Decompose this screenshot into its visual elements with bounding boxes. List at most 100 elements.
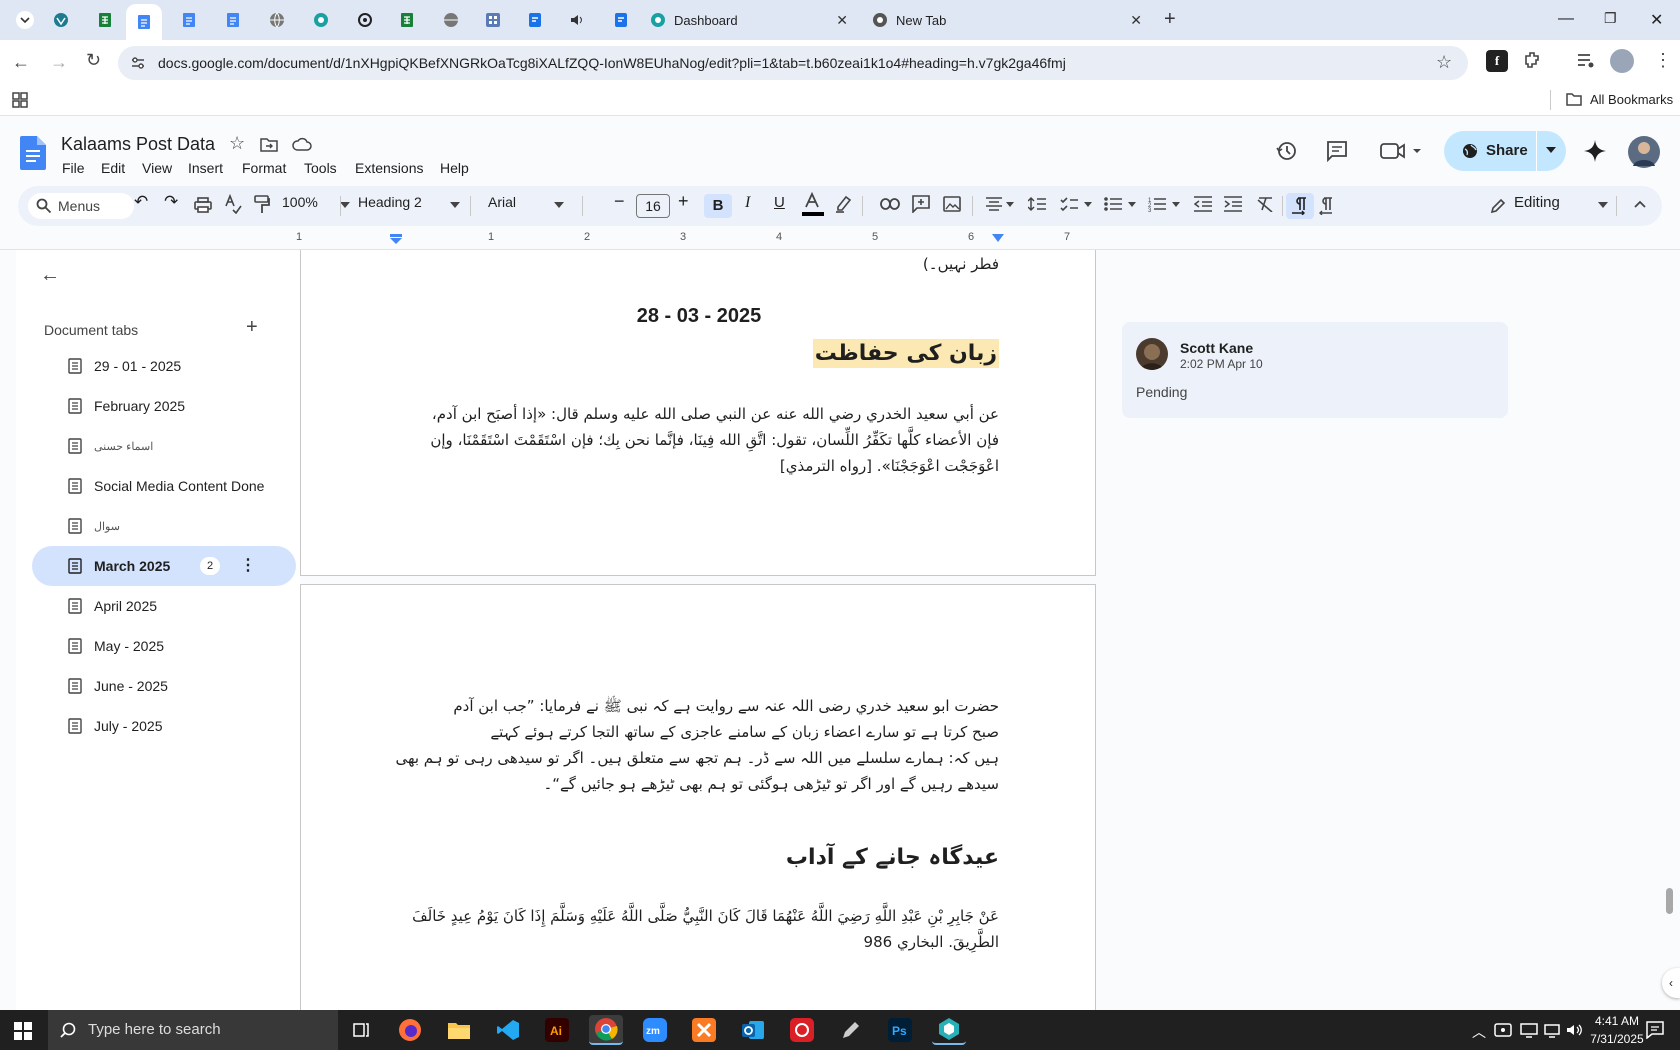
sidebar-tab-march-2025[interactable]: March 2025 2 ⋮ bbox=[32, 546, 296, 586]
pinned-tab[interactable] bbox=[560, 6, 594, 34]
zoom-app-icon[interactable]: zm bbox=[638, 1015, 672, 1045]
text-color-button[interactable] bbox=[802, 192, 824, 218]
windows-start-icon[interactable] bbox=[14, 1022, 32, 1040]
gemini-icon[interactable] bbox=[1584, 140, 1606, 162]
italic-button[interactable]: I bbox=[745, 194, 750, 212]
pinned-tab[interactable] bbox=[390, 6, 424, 34]
insert-image-icon[interactable] bbox=[943, 196, 961, 212]
pinned-tab[interactable] bbox=[476, 6, 510, 34]
pinned-tab[interactable] bbox=[260, 6, 294, 34]
paragraph-style-select[interactable]: Heading 2 bbox=[348, 186, 468, 226]
link-icon[interactable] bbox=[880, 198, 900, 210]
print-icon[interactable] bbox=[194, 197, 212, 213]
pinned-tab[interactable] bbox=[88, 6, 122, 34]
reload-button[interactable]: ↻ bbox=[86, 50, 101, 71]
pinned-tab[interactable] bbox=[604, 6, 638, 34]
docs-logo-icon[interactable] bbox=[20, 136, 46, 170]
line-spacing-icon[interactable] bbox=[1028, 196, 1046, 212]
numbered-list-icon[interactable]: 123 bbox=[1148, 196, 1182, 212]
menu-extensions[interactable]: Extensions bbox=[355, 160, 423, 176]
site-info-icon[interactable] bbox=[130, 55, 146, 71]
menu-format[interactable]: Format bbox=[242, 160, 286, 176]
menu-tools[interactable]: Tools bbox=[304, 160, 337, 176]
menus-search[interactable]: Menus bbox=[28, 193, 134, 219]
pinned-tab[interactable] bbox=[44, 6, 78, 34]
star-icon[interactable]: ☆ bbox=[229, 133, 245, 154]
forward-button[interactable]: → bbox=[50, 52, 68, 73]
align-center-icon[interactable] bbox=[986, 197, 1014, 211]
right-indent-marker[interactable] bbox=[992, 234, 1004, 244]
move-to-folder-icon[interactable] bbox=[260, 136, 278, 152]
bulleted-list-icon[interactable] bbox=[1104, 196, 1138, 212]
paint-format-icon[interactable] bbox=[254, 195, 270, 215]
tab-options-button[interactable]: ⋮ bbox=[240, 555, 256, 575]
all-bookmarks-button[interactable]: All Bookmarks bbox=[1590, 92, 1673, 107]
sidebar-tab-july-2025[interactable]: July - 2025 bbox=[32, 706, 296, 746]
sidebar-tab-may-2025[interactable]: May - 2025 bbox=[32, 626, 296, 666]
close-icon[interactable]: ✕ bbox=[836, 12, 848, 29]
sidebar-tab-sawal[interactable]: سوال bbox=[32, 506, 296, 546]
vscode-icon[interactable] bbox=[491, 1015, 525, 1045]
font-select[interactable]: Arial bbox=[474, 186, 574, 226]
tray-display-icon[interactable] bbox=[1520, 1022, 1538, 1038]
editing-mode-select[interactable]: Editing bbox=[1470, 186, 1620, 226]
version-history-icon[interactable] bbox=[1276, 140, 1298, 162]
firefox-icon[interactable] bbox=[393, 1015, 427, 1045]
highlight-color-icon[interactable] bbox=[834, 195, 852, 213]
sidebar-tab-february-2025[interactable]: February 2025 bbox=[32, 386, 296, 426]
comment-card[interactable]: Scott Kane 2:02 PM Apr 10 Pending bbox=[1122, 322, 1508, 418]
document-title[interactable]: Kalaams Post Data bbox=[61, 134, 215, 155]
increase-font-size-button[interactable]: + bbox=[678, 191, 689, 212]
close-window-button[interactable]: ✕ bbox=[1650, 10, 1663, 30]
menu-file[interactable]: File bbox=[62, 160, 85, 176]
sidebar-tab-april-2025[interactable]: April 2025 bbox=[32, 586, 296, 626]
clock-time[interactable]: 4:41 AM bbox=[1582, 1014, 1652, 1028]
chrome-taskbar-icon[interactable] bbox=[589, 1015, 623, 1045]
increase-indent-icon[interactable] bbox=[1224, 196, 1242, 212]
back-button[interactable]: ← bbox=[12, 52, 30, 73]
add-tab-button[interactable]: + bbox=[246, 316, 258, 339]
close-icon[interactable]: ✕ bbox=[1130, 12, 1142, 29]
menu-view[interactable]: View bbox=[142, 160, 172, 176]
chrome-menu-button[interactable]: ⋮ bbox=[1654, 50, 1672, 71]
taskbar-search-input[interactable]: Type here to search bbox=[48, 1010, 338, 1050]
photoshop-icon[interactable]: Ps bbox=[883, 1015, 917, 1045]
user-avatar[interactable] bbox=[1628, 136, 1660, 168]
spellcheck-icon[interactable] bbox=[224, 194, 242, 214]
extension-icon[interactable]: f bbox=[1486, 50, 1508, 72]
new-tab-button[interactable]: + bbox=[1164, 8, 1176, 31]
tab-search-button[interactable] bbox=[8, 6, 42, 34]
browser-tab-new-tab[interactable]: New Tab ✕ bbox=[862, 6, 1152, 34]
extensions-puzzle-icon[interactable] bbox=[1522, 50, 1542, 70]
checklist-icon[interactable] bbox=[1060, 196, 1094, 212]
pinned-tab-active[interactable] bbox=[126, 4, 162, 40]
document-page[interactable]: فطر نہیں۔) 28 - 03 - 2025 زبان کی حفاظت … bbox=[300, 250, 1096, 576]
tray-overflow-icon[interactable]: ︿ bbox=[1472, 1022, 1486, 1042]
illustrator-icon[interactable]: Ai bbox=[540, 1015, 574, 1045]
redo-icon[interactable]: ↷ bbox=[164, 192, 178, 212]
menu-help[interactable]: Help bbox=[440, 160, 469, 176]
menu-edit[interactable]: Edit bbox=[101, 160, 125, 176]
share-button[interactable]: Share bbox=[1444, 131, 1566, 171]
ltr-text-button[interactable] bbox=[1286, 193, 1314, 219]
menu-insert[interactable]: Insert bbox=[188, 160, 223, 176]
bookmark-star-icon[interactable]: ☆ bbox=[1436, 52, 1452, 73]
left-indent-marker[interactable] bbox=[390, 234, 402, 244]
pinned-tab[interactable] bbox=[172, 6, 206, 34]
clear-formatting-icon[interactable] bbox=[1256, 196, 1274, 212]
pinned-tab[interactable] bbox=[216, 6, 250, 34]
scrollbar-thumb[interactable] bbox=[1666, 888, 1673, 914]
chevron-down-icon[interactable] bbox=[1546, 147, 1556, 155]
sidebar-tab-asma-husna[interactable]: اسماء حسنی bbox=[32, 426, 296, 466]
sidebar-tab-june-2025[interactable]: June - 2025 bbox=[32, 666, 296, 706]
meet-icon[interactable] bbox=[1380, 141, 1422, 161]
decrease-font-size-button[interactable]: − bbox=[614, 191, 625, 212]
undo-icon[interactable]: ↶ bbox=[134, 192, 148, 212]
sidebar-tab-29-01-2025[interactable]: 29 - 01 - 2025 bbox=[32, 346, 296, 386]
sidebar-tab-social-media[interactable]: Social Media Content Done bbox=[32, 466, 296, 506]
pen-tool-icon[interactable] bbox=[834, 1015, 868, 1045]
pinned-tab[interactable] bbox=[518, 6, 552, 34]
xampp-icon[interactable] bbox=[687, 1015, 721, 1045]
underline-button[interactable]: U bbox=[774, 194, 785, 211]
address-bar[interactable]: docs.google.com/document/d/1nXHgpiQKBefX… bbox=[118, 46, 1468, 80]
